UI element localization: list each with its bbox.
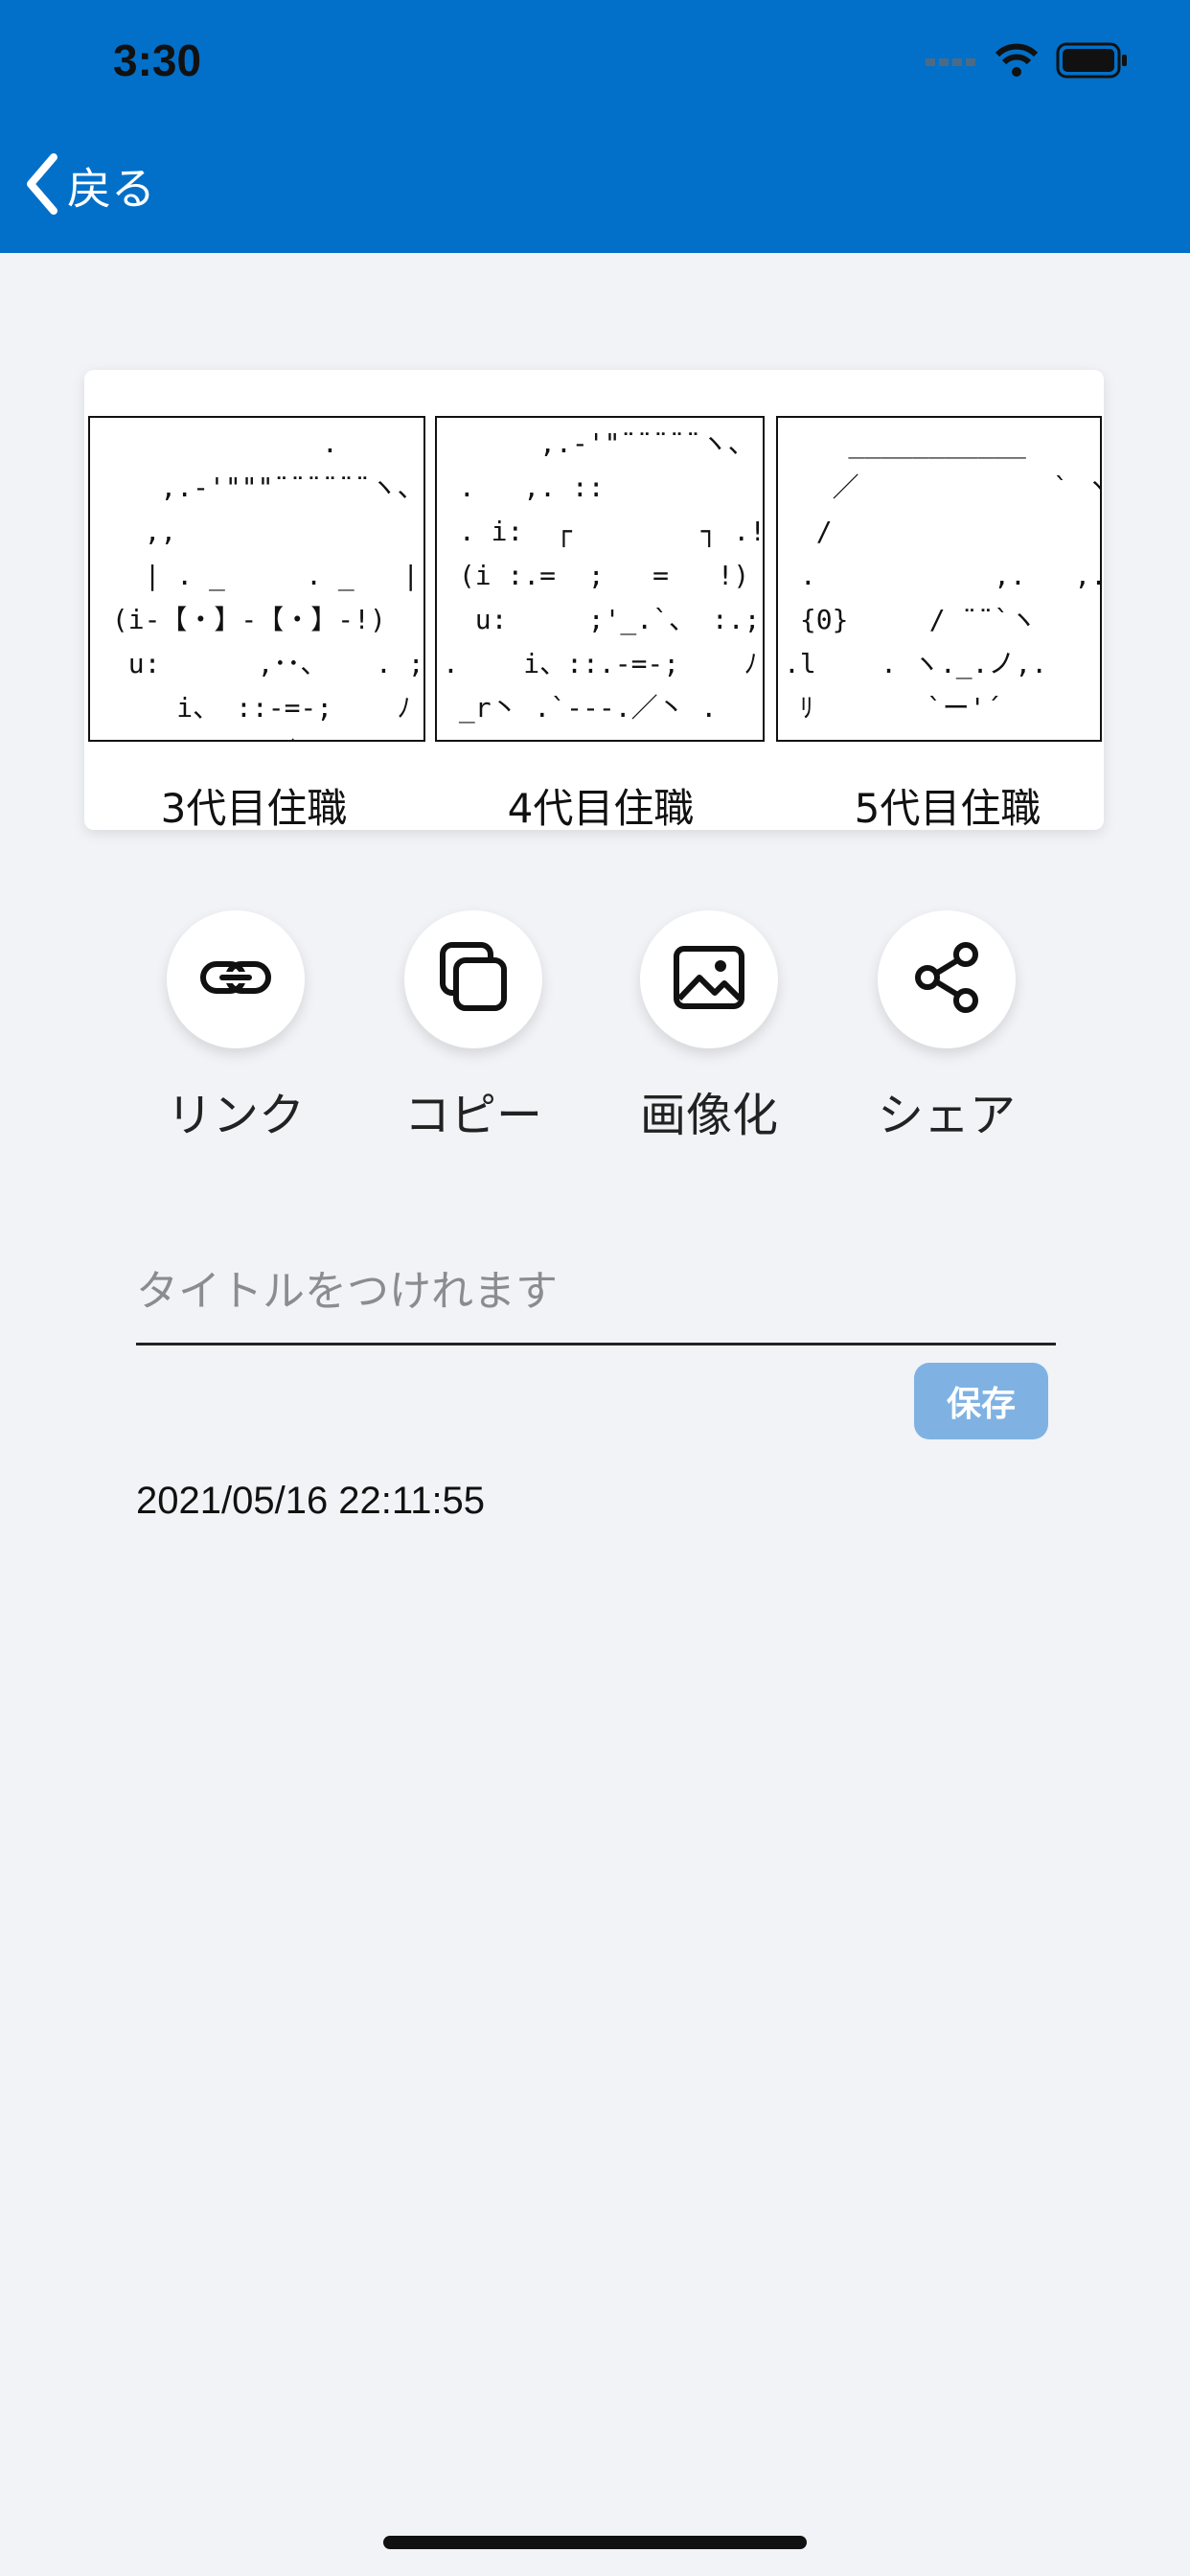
- aa-panel-2: ,.‐'"¨¨¨¨¨ヽ、 . ,. :: ヽ,. . i: ┌ ┐ .! (i …: [435, 416, 765, 742]
- copy-label: コピー: [403, 1089, 542, 1142]
- image-button-circle[interactable]: [640, 910, 778, 1048]
- aa-panel-3: ___________ ／ ` ヽ、 / , . ,. ,. {0} / ¨¨`…: [776, 416, 1102, 742]
- aa-caption-2: 4代目住職: [507, 785, 695, 830]
- action-row: リンク コピー 画像化 シェア: [0, 910, 1190, 1142]
- aa-art-3: ___________ ／ ` ヽ、 / , . ,. ,. {0} / ¨¨`…: [784, 427, 1100, 724]
- battery-icon: [1056, 42, 1129, 82]
- back-label: 戻る: [67, 163, 155, 215]
- chevron-left-icon: [23, 153, 61, 218]
- link-button-circle[interactable]: [167, 910, 305, 1048]
- copy-button[interactable]: コピー: [397, 910, 550, 1144]
- created-timestamp: 2021/05/16 22:11:55: [136, 1480, 486, 1522]
- status-icons: [926, 42, 1129, 82]
- back-button[interactable]: 戻る: [23, 153, 155, 218]
- share-icon: [908, 939, 985, 1020]
- share-button-circle[interactable]: [878, 910, 1016, 1048]
- aa-caption-1: 3代目住職: [160, 785, 348, 830]
- status-time: 3:30: [113, 35, 202, 85]
- aa-panel-1: . ,.‐'"""¨¨¨¨¨¨ヽ、 ,, | . _ . _ | (i‐【・】‐…: [88, 416, 425, 742]
- title-input[interactable]: [136, 1246, 1056, 1346]
- copy-button-circle[interactable]: [404, 910, 542, 1048]
- wifi-icon: [995, 43, 1039, 81]
- aa-art-1: . ,.‐'"""¨¨¨¨¨¨ヽ、 ,, | . _ . _ | (i‐【・】‐…: [111, 427, 424, 740]
- copy-icon: [435, 939, 512, 1020]
- share-label: シェア: [877, 1089, 1016, 1142]
- link-button[interactable]: リンク: [159, 910, 312, 1144]
- share-button[interactable]: シェア: [870, 910, 1023, 1144]
- cellular-dots-icon: [926, 54, 977, 72]
- link-label: リンク: [166, 1089, 305, 1142]
- nav-header: 3:30 戻る: [0, 0, 1190, 253]
- home-indicator[interactable]: [383, 2536, 807, 2549]
- image-icon: [671, 939, 747, 1020]
- link-icon: [197, 939, 274, 1020]
- aa-caption-3: 5代目住職: [854, 785, 1041, 830]
- aa-art-2: ,.‐'"¨¨¨¨¨ヽ、 . ,. :: ヽ,. . i: ┌ ┐ .! (i …: [443, 427, 765, 724]
- aa-preview-card[interactable]: . ,.‐'"""¨¨¨¨¨¨ヽ、 ,, | . _ . _ | (i‐【・】‐…: [84, 370, 1104, 830]
- image-label: 画像化: [639, 1089, 778, 1142]
- save-button[interactable]: 保存: [914, 1363, 1048, 1439]
- image-button[interactable]: 画像化: [632, 910, 786, 1144]
